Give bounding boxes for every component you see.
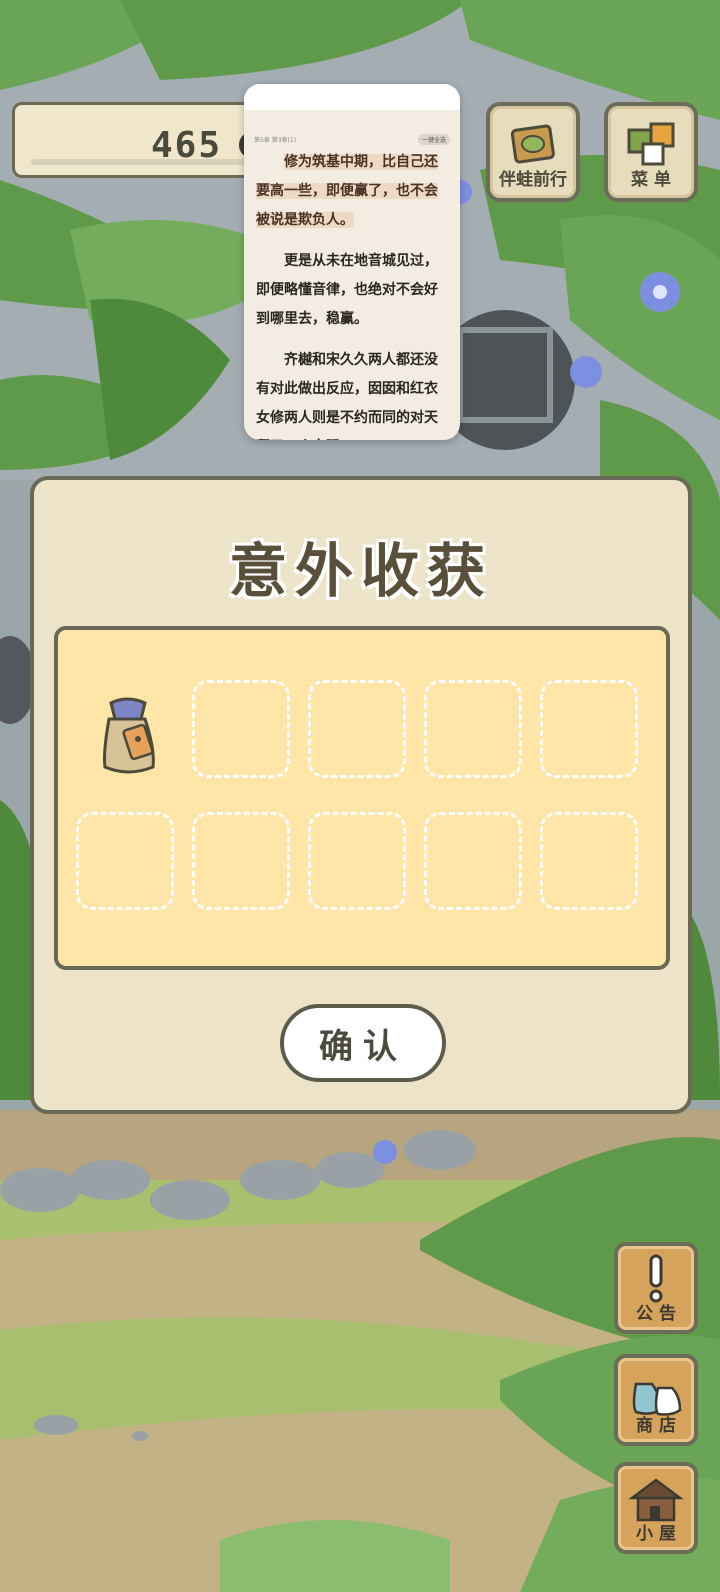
paragraph-2: 更是从未在地音城见过，即便略懂音律，也绝对不会好到哪里去，稳赢。 (256, 253, 438, 327)
reward-slot-empty (308, 680, 406, 778)
menu-button[interactable]: 菜 单 (604, 102, 698, 202)
reader-toolbar: 第5章 第3章(1) 一键全选 (254, 132, 450, 146)
reward-slot-empty (424, 812, 522, 910)
reward-slot-empty (76, 812, 174, 910)
select-all-button[interactable]: 一键全选 (417, 133, 450, 145)
reward-slots (54, 626, 670, 970)
dialog-title: 意外收获 (228, 537, 493, 605)
paragraph-1: 修为筑基中期，比自己还要高一些，即便赢了，也不会被说是欺负人。 (256, 154, 438, 228)
reading-overlay[interactable]: 第5章 第3章(1) 一键全选 修为筑基中期，比自己还要高一些，即便赢了，也不会… (244, 84, 460, 440)
reward-slot-empty (424, 680, 522, 778)
house-label: 小 屋 (636, 1524, 676, 1544)
reader-header (244, 84, 460, 110)
journey-label: 伴蛙前行 (499, 170, 567, 190)
menu-label: 菜 单 (631, 170, 671, 190)
reward-slot-empty (540, 812, 638, 910)
confirm-button[interactable]: 确认 (280, 1004, 446, 1082)
counter-divider (31, 159, 251, 165)
reward-slot-empty (192, 812, 290, 910)
house-button[interactable]: 小 屋 (614, 1462, 698, 1554)
reward-slot-empty (192, 680, 290, 778)
announcement-label: 公 告 (636, 1304, 676, 1324)
shop-button[interactable]: 商 店 (614, 1354, 698, 1446)
chapter-label: 第5章 第3章(1) (254, 136, 297, 144)
shop-label: 商 店 (636, 1416, 676, 1436)
reader-text: 修为筑基中期，比自己还要高一些，即便赢了，也不会被说是欺负人。 更是从未在地音城… (256, 148, 450, 440)
reward-slot-empty (540, 680, 638, 778)
reward-slot-empty (308, 812, 406, 910)
lucky-charm-bag-icon (103, 697, 155, 774)
reward-dialog: 意外收获 确认 (30, 476, 692, 1114)
paragraph-3: 齐樾和宋久久两人都还没有对此做出反应，囡囡和红衣女修两人则是不约而同的对天翻了一… (256, 352, 438, 440)
reward-slot-filled[interactable] (76, 680, 174, 778)
announcement-button[interactable]: 公 告 (614, 1242, 698, 1334)
journey-button[interactable]: 伴蛙前行 (486, 102, 580, 202)
